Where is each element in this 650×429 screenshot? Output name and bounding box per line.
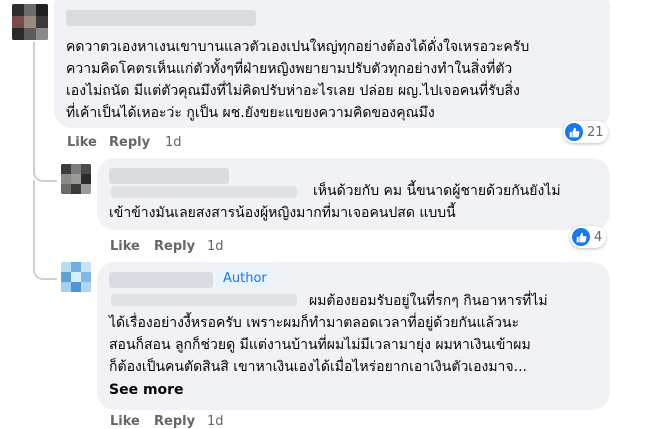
comment-text-line: เข้าข้างมันเลยสงสารน้องผู้หญิงมากที่มาเจ… [109,205,456,221]
reply-button[interactable]: Reply [154,414,195,429]
avatar[interactable] [61,164,91,194]
thread-line-reply-2 [33,180,57,280]
comment-text-line: ได้เรื่องอย่างงี้หรอครับ เพราะผมก็ทำมาตล… [109,315,520,331]
like-thumb-icon [565,123,583,141]
tagged-name-redacted[interactable] [111,294,297,306]
author-badge: Author [217,270,273,287]
like-thumb-icon [572,228,590,246]
like-button[interactable]: Like [67,135,97,150]
comment-text-line: เห็นด้วยกับ คม นี้ขนาดผู้ชายด้วยกันยังไม… [313,183,561,199]
comment-text-line: สอนก็สอน ลูกก็ช่วยดู มีแต่งานบ้านที่ผมไม… [109,337,531,353]
reaction-count: 21 [587,124,604,140]
timestamp[interactable]: 1d [207,239,224,254]
comment-text-line: ผมต้องยอมรับอยู่ในที่รกๆ กินอาหารที่ไม่ [309,293,548,309]
commenter-name-redacted[interactable] [109,272,213,288]
timestamp[interactable]: 1d [207,414,224,429]
comment-text-line: ที่เค้าเป็นได้เหอะว่ะ กูเป็น ผช.ยังขยะแข… [66,105,435,121]
comment-bubble: เห็นด้วยกับ คม นี้ขนาดผู้ชายด้วยกันยังไม… [97,158,610,230]
comment-text-line: ความคิดโคตรเห็นแก่ตัวทั้งๆที่ฝ่ายหญิงพยา… [66,61,513,77]
tagged-name-redacted[interactable] [111,186,297,198]
comment-text-line: เองไม่ถนัด มีแต่ตัวคุณมึงที่ไม่คิดปรับห่… [66,83,520,99]
comment-text-line: คดวาตวเองหาเงนเขาบานแลวตัวเองเปนใหญ่ทุกอ… [66,39,530,55]
reply-button[interactable]: Reply [154,239,195,254]
comment-bubble: Author ผมต้องยอมรับอยู่ในที่รกๆ กินอาหาร… [97,262,610,410]
avatar[interactable] [61,262,91,292]
avatar[interactable] [12,4,48,40]
like-button[interactable]: Like [110,414,140,429]
timestamp[interactable]: 1d [165,135,182,150]
reply-button[interactable]: Reply [109,135,150,150]
reaction-badge[interactable]: 21 [563,121,608,143]
reaction-count: 4 [594,229,603,245]
comment-bubble: คดวาตวเองหาเงนเขาบานแลวตัวเองเปนใหญ่ทุกอ… [54,0,610,128]
reaction-badge[interactable]: 4 [570,226,607,248]
commenter-name-redacted[interactable] [66,10,256,26]
like-button[interactable]: Like [110,239,140,254]
see-more-link[interactable]: See more [109,382,184,398]
comment-text-line: ก็ต้องเป็นคนตัดสินสิ เขาหาเงินเองได้เมื่… [109,359,527,375]
commenter-name-redacted[interactable] [109,168,229,184]
